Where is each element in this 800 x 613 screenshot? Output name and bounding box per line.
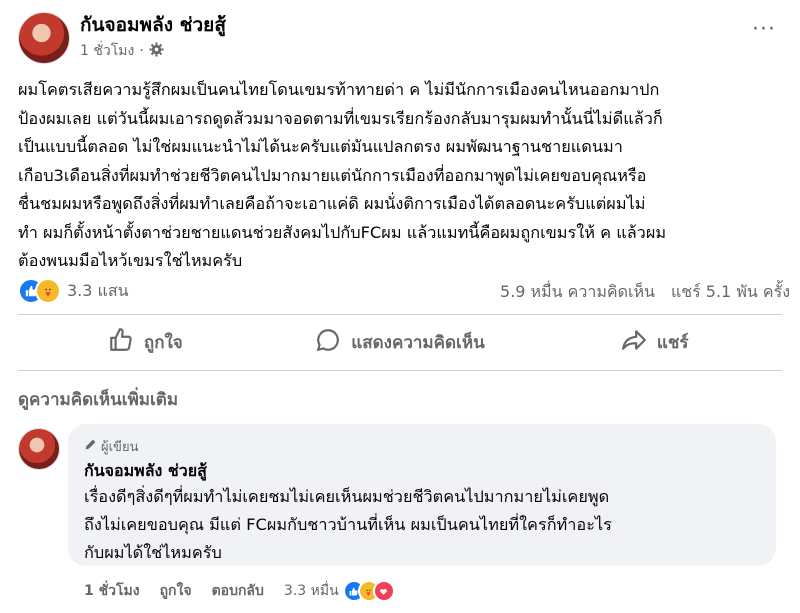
comment-reactions-count: 3.3 หมื่น [283,583,339,599]
post-line: ผมโคตรเสียความรู้สึกผมเป็นคนไทยโดนเขมรท้… [18,80,660,99]
comment-button[interactable]: แสดงความคิดเห็น [273,318,528,366]
pencil-icon [84,438,97,455]
author-avatar[interactable] [18,12,70,64]
love-reaction-icon [372,580,395,602]
like-button[interactable]: ถูกใจ [18,318,273,366]
commenter-avatar[interactable] [18,428,60,470]
view-more-comments-link[interactable]: ดูความคิดเห็นเพิ่มเติม [18,386,178,413]
post-line: เป็นแบบนี้ตลอด ไม่ใช่ผมแนะนำไม่ได้นะครับ… [18,137,623,156]
comment-like-button[interactable]: ถูกใจ [160,580,192,602]
post-line: ต้องพนมมือไหว้เขมรใช่ไหมครับ [18,251,243,270]
divider [18,370,782,371]
comment-reactions[interactable]: 3.3 หมื่น [284,580,395,602]
divider [18,314,782,315]
author-badge-label: ผู้เขียน [101,440,139,455]
post-line: เกือบ3เดือนสิ่งที่ผมทำช่วยชีวิตคนไปมากมา… [18,165,647,185]
post-line: ชื่นชมผมหรือพูดถึงสิ่งที่ผมทำเลยคือถ้าจะ… [18,194,646,213]
reactions-count[interactable]: 3.3 แสน [67,279,129,304]
action-bar: ถูกใจ แสดงความคิดเห็น แชร์ [18,318,782,366]
care-reaction-icon [35,278,61,304]
post-text: ผมโคตรเสียความรู้สึกผมเป็นคนไทยโดนเขมรท้… [18,76,788,276]
post-time[interactable]: 1 ชั่วโมง [80,40,134,62]
share-arrow-icon [621,327,647,358]
post-line: ป้องผมเลย แต่วันนี้ผมเอารถดูดส้วมมาจอดตา… [18,108,663,128]
comment-text: เรื่องดีๆสิ่งดีๆที่ผมทำไม่เคยชมไม่เคยเห็… [84,483,612,567]
comment-line: เรื่องดีๆสิ่งดีๆที่ผมทำไม่เคยชมไม่เคยเห็… [84,487,610,506]
comment-label: แสดงความคิดเห็น [351,332,485,353]
shares-count[interactable]: แชร์ 5.1 พัน ครั้ง [671,280,790,305]
commenter-name[interactable]: กันจอมพลัง ช่วยสู้ [84,459,207,484]
share-label: แชร์ [656,332,689,353]
more-options-icon[interactable]: ··· [752,19,776,41]
post-line: ทำ ผมก็ตั้งหน้าตั้งตาช่วยชายแดนช่วยสังคม… [18,222,667,242]
comment-footer: 1 ชั่วโมง ถูกใจ ตอบกลับ 3.3 หมื่น [84,580,395,602]
comment-line: กับผมได้ใช่ไหมครับ [84,543,222,562]
reactions-summary[interactable]: 3.3 แสน [18,278,129,304]
comment-time[interactable]: 1 ชั่วโมง [84,580,140,602]
thumbs-up-icon [108,327,134,358]
audience-gear-icon[interactable] [149,41,164,61]
comment-bubble-icon [315,327,341,358]
share-button[interactable]: แชร์ [527,318,782,366]
comment-line: ถึงไม่เคยขอบคุณ มีแต่ FCผมกับชาวบ้านที่เ… [84,515,612,534]
comment-reply-button[interactable]: ตอบกลับ [212,580,264,602]
comments-count[interactable]: 5.9 หมื่น ความคิดเห็น [500,280,655,305]
engagement-counts: 5.9 หมื่น ความคิดเห็น แชร์ 5.1 พัน ครั้ง [500,280,790,305]
meta-separator: · [139,43,144,59]
like-label: ถูกใจ [143,332,183,353]
author-name[interactable]: กันจอมพลัง ช่วยสู้ [80,10,226,40]
post-meta: 1 ชั่วโมง · [80,40,164,62]
author-badge: ผู้เขียน [84,436,138,457]
